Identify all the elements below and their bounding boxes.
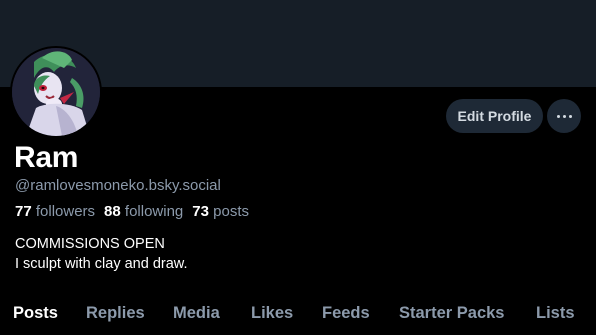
- profile-bio: COMMISSIONS OPEN I sculpt with clay and …: [15, 234, 187, 274]
- tab-starter-packs[interactable]: Starter Packs: [399, 304, 505, 323]
- tab-lists[interactable]: Lists: [536, 304, 575, 323]
- tab-replies[interactable]: Replies: [86, 304, 145, 323]
- following-label: following: [124, 203, 184, 220]
- posts-stat: 73 posts: [192, 203, 249, 220]
- profile-stats: 77 followers 88 following 73 posts: [15, 203, 249, 220]
- tab-posts[interactable]: Posts: [13, 304, 58, 323]
- following-count: 88: [104, 203, 121, 220]
- profile-page: Edit Profile Ram @ramlovesmoneko.bsky.so…: [0, 0, 596, 335]
- following-link[interactable]: 88 following: [104, 203, 183, 220]
- followers-link[interactable]: 77 followers: [15, 203, 95, 220]
- profile-handle: @ramlovesmoneko.bsky.social: [15, 177, 221, 194]
- profile-name: Ram: [14, 141, 79, 174]
- edit-profile-button[interactable]: Edit Profile: [446, 99, 543, 133]
- tab-media[interactable]: Media: [173, 304, 220, 323]
- edit-profile-label: Edit Profile: [457, 108, 532, 124]
- tab-feeds[interactable]: Feeds: [322, 304, 370, 323]
- followers-label: followers: [35, 203, 96, 220]
- tab-likes[interactable]: Likes: [251, 304, 293, 323]
- ellipsis-icon: [556, 114, 572, 118]
- followers-count: 77: [15, 203, 32, 220]
- bio-line: COMMISSIONS OPEN: [15, 236, 165, 252]
- avatar-image: [12, 48, 100, 136]
- posts-label: posts: [213, 203, 249, 220]
- more-options-button[interactable]: [547, 99, 581, 133]
- avatar[interactable]: [10, 46, 102, 138]
- posts-count: 73: [192, 203, 209, 220]
- profile-tabs: Posts Replies Media Likes Feeds Starter …: [0, 300, 596, 330]
- bio-line: I sculpt with clay and draw.: [15, 256, 188, 272]
